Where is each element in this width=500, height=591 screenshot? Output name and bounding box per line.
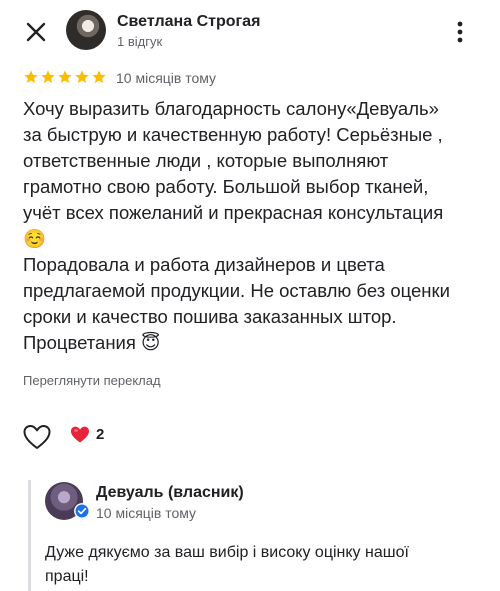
owner-name[interactable]: Девуаль (власник) <box>96 484 244 502</box>
more-options-button[interactable] <box>448 16 472 48</box>
review-date: 10 місяців тому <box>116 70 217 86</box>
close-icon <box>26 22 46 42</box>
author-avatar[interactable] <box>66 10 106 50</box>
owner-reply-date: 10 місяців тому <box>96 505 197 521</box>
star-rating <box>23 69 107 85</box>
verified-check-icon <box>74 503 90 519</box>
review-text: Хочу выразить благодарность салону«Девуа… <box>23 98 450 353</box>
star-icon <box>41 70 55 83</box>
more-vertical-icon <box>457 21 463 43</box>
reaction-summary[interactable]: 2 <box>70 425 104 444</box>
heart-outline-icon <box>23 425 51 449</box>
like-button[interactable] <box>22 423 52 451</box>
heart-emoji <box>71 426 89 443</box>
reaction-count: 2 <box>96 426 105 443</box>
star-icon <box>92 70 106 83</box>
verified-badge <box>74 503 90 519</box>
owner-reply-text: Дуже дякуємо за ваш вибір і високу оцінк… <box>45 544 409 585</box>
author-review-count: 1 відгук <box>117 34 163 49</box>
author-name[interactable]: Светлана Строгая <box>117 13 260 31</box>
close-button[interactable] <box>22 18 50 46</box>
star-icon <box>75 70 89 83</box>
reply-divider <box>28 480 31 591</box>
star-icon <box>58 70 72 83</box>
see-translation-link[interactable]: Переглянути переклад <box>23 373 161 388</box>
star-icon <box>24 70 38 83</box>
